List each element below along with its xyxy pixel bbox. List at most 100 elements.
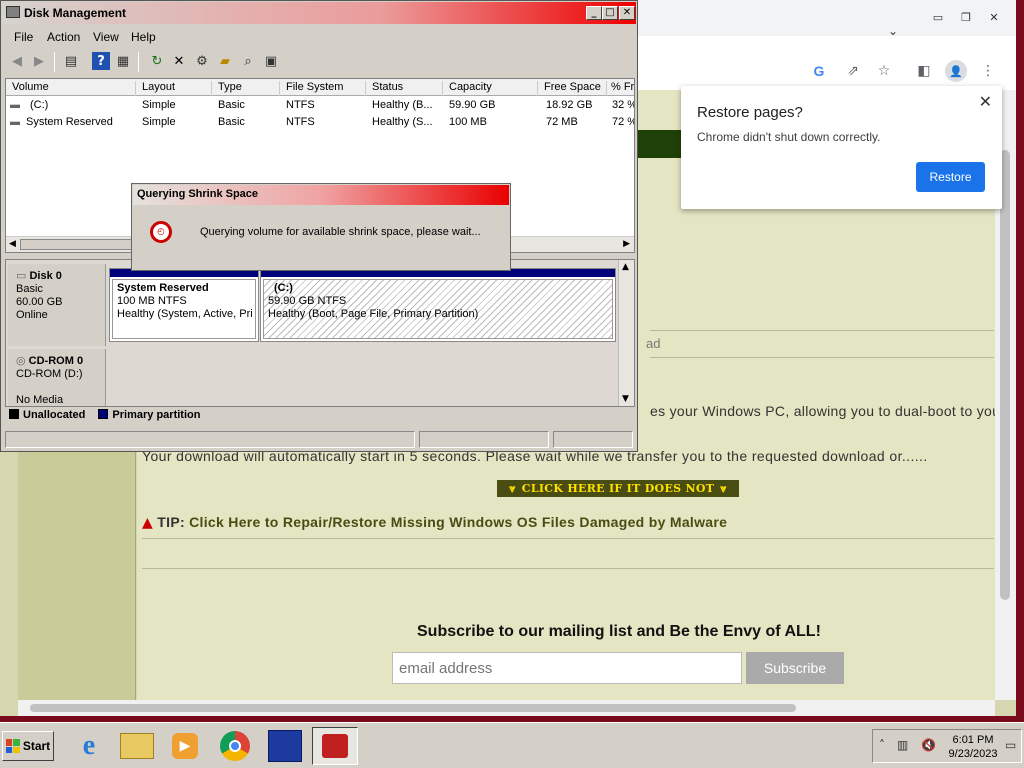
volume-list-header: Volume Layout Type File System Status Ca… [6, 79, 634, 96]
profile-icon[interactable]: 👤 [945, 60, 967, 82]
console-icon[interactable]: ▦ [114, 52, 132, 70]
disk-row: ▭ Disk 0 Basic 60.00 GB Online System Re… [6, 264, 620, 346]
table-row[interactable]: ▬ (C:) Simple Basic NTFS Healthy (B... 5… [6, 97, 634, 114]
subscribe-button[interactable]: Subscribe [746, 652, 844, 684]
page-description: es your Windows PC, allowing you to dual… [650, 403, 1001, 419]
partition-system-reserved[interactable]: System Reserved 100 MB NTFS Healthy (Sys… [109, 268, 259, 342]
network-icon[interactable]: ▥ [897, 738, 908, 752]
settings-icon[interactable]: ⚙ [193, 52, 211, 70]
back-icon[interactable]: ◀ [8, 52, 26, 70]
column-percent-free[interactable]: % Fr [607, 81, 634, 96]
scroll-right-icon[interactable]: ▶ [623, 239, 630, 249]
shrink-dialog-message: Querying volume for available shrink spa… [200, 226, 481, 238]
cdrom-label[interactable]: ◎ CD-ROM 0 CD-ROM (D:) No Media [8, 349, 106, 406]
column-file-system[interactable]: File System [280, 81, 366, 96]
toolbar-separator [138, 52, 139, 72]
cell-free: 72 MB [546, 116, 578, 128]
scroll-left-icon[interactable]: ◀ [9, 239, 16, 249]
disk-management-taskbar-icon[interactable] [312, 727, 358, 765]
maximize-button[interactable]: □ [602, 6, 618, 20]
partition-status: Healthy (System, Active, Pri [117, 308, 253, 320]
column-capacity[interactable]: Capacity [443, 81, 538, 96]
partition-info: (C:) 59.90 GB NTFS Healthy (Boot, Page F… [263, 279, 613, 339]
table-row[interactable]: ▬ System Reserved Simple Basic NTFS Heal… [6, 114, 634, 131]
close-button[interactable]: ✕ [619, 6, 635, 20]
scroll-down-icon[interactable]: ▼ [622, 394, 629, 404]
taskbar: Start e ▶ ˄ ▥ 🔇 6:01 PM 9/23/2023 ▭ [0, 722, 1024, 768]
partition-size: 59.90 GB NTFS [268, 295, 347, 307]
start-button[interactable]: Start [2, 731, 54, 761]
ad-label: ad [646, 336, 661, 351]
column-type[interactable]: Type [212, 81, 280, 96]
click-here-label: CLICK HERE IF IT DOES NOT [521, 482, 715, 495]
tip-line: ▲ TIP: Click Here to Repair/Restore Miss… [142, 514, 727, 531]
file-explorer-icon[interactable] [114, 727, 160, 765]
properties-icon[interactable]: ▤ [62, 52, 80, 70]
partition-name: System Reserved [117, 282, 209, 294]
bookmark-star-icon[interactable]: ☆ [873, 60, 895, 82]
show-hidden-icons-icon[interactable]: ˄ [879, 738, 885, 752]
cell-volume: System Reserved [26, 116, 113, 128]
refresh-icon[interactable]: ↻ [148, 52, 166, 70]
column-status[interactable]: Status [366, 81, 443, 96]
search-icon[interactable]: ⌕ [239, 52, 257, 70]
delete-icon[interactable]: ✕ [170, 52, 188, 70]
chrome-close-button[interactable]: ✕ [982, 8, 1006, 26]
forward-icon[interactable]: ▶ [30, 52, 48, 70]
column-volume[interactable]: Volume [6, 81, 136, 96]
column-free-space[interactable]: Free Space [538, 81, 607, 96]
page-horizontal-scrollbar[interactable] [18, 700, 995, 716]
menu-file[interactable]: File [14, 30, 33, 44]
subscribe-heading: Subscribe to our mailing list and Be the… [417, 623, 821, 640]
shrink-dialog-titlebar[interactable]: Querying Shrink Space [133, 185, 509, 205]
menu-view[interactable]: View [93, 30, 119, 44]
notification-icon[interactable]: ▭ [1005, 738, 1016, 752]
disk-management-window: Disk Management _ □ ✕ File Action View H… [0, 0, 638, 452]
legend-primary-partition: Primary partition [112, 409, 201, 421]
drive-icon[interactable]: ▣ [262, 52, 280, 70]
legend-swatch-unallocated [9, 409, 19, 419]
open-icon[interactable]: ▰ [216, 52, 234, 70]
disk-label[interactable]: ▭ Disk 0 Basic 60.00 GB Online [8, 264, 106, 346]
divider [650, 357, 994, 358]
cell-type: Basic [218, 99, 245, 111]
media-player-icon[interactable]: ▶ [162, 727, 208, 765]
status-pane [5, 431, 415, 448]
chrome-minimize-button[interactable]: ▭ [926, 8, 950, 26]
graph-vertical-scrollbar[interactable]: ▲ ▼ [618, 260, 634, 406]
disk-graph-view: ▭ Disk 0 Basic 60.00 GB Online System Re… [5, 259, 635, 407]
clock[interactable]: 6:01 PM 9/23/2023 [947, 733, 999, 761]
email-field[interactable] [392, 652, 742, 684]
cell-free: 18.92 GB [546, 99, 593, 111]
volume-muted-icon[interactable]: 🔇 [921, 738, 936, 752]
start-label: Start [22, 739, 51, 753]
disk-management-titlebar[interactable]: Disk Management _ □ ✕ [2, 2, 636, 24]
close-icon[interactable]: ✕ [979, 92, 992, 111]
drive-icon: ▬ [10, 99, 20, 111]
minimize-button[interactable]: _ [586, 6, 602, 20]
side-panel-icon[interactable]: ◧ [913, 60, 935, 82]
scroll-thumb[interactable] [30, 704, 796, 712]
share-icon[interactable]: ⇗ [842, 60, 864, 82]
scroll-up-icon[interactable]: ▲ [622, 262, 629, 272]
internet-explorer-icon[interactable]: e [66, 727, 112, 765]
chrome-restore-button[interactable]: ❐ [954, 8, 978, 26]
status-pane [419, 431, 549, 448]
scroll-thumb[interactable] [1000, 150, 1010, 600]
divider [142, 538, 994, 539]
help-icon[interactable]: ? [92, 52, 110, 70]
chrome-icon[interactable] [212, 727, 258, 765]
tip-label: TIP: [157, 514, 185, 530]
chrome-menu-icon[interactable]: ⋮ [977, 60, 999, 82]
restore-button[interactable]: Restore [916, 162, 985, 192]
menu-help[interactable]: Help [131, 30, 156, 44]
repair-link[interactable]: Click Here to Repair/Restore Missing Win… [189, 514, 727, 530]
column-layout[interactable]: Layout [136, 81, 212, 96]
menu-action[interactable]: Action [47, 30, 80, 44]
google-icon[interactable]: G [808, 60, 830, 82]
disk-utility-icon[interactable] [262, 727, 308, 765]
tab-search-icon[interactable]: ⌄ [888, 24, 898, 38]
partition-c-drive[interactable]: (C:) 59.90 GB NTFS Healthy (Boot, Page F… [260, 268, 616, 342]
warning-icon: ▲ [142, 515, 154, 531]
click-here-link[interactable]: ⩔ CLICK HERE IF IT DOES NOT ⩔ [497, 480, 739, 497]
